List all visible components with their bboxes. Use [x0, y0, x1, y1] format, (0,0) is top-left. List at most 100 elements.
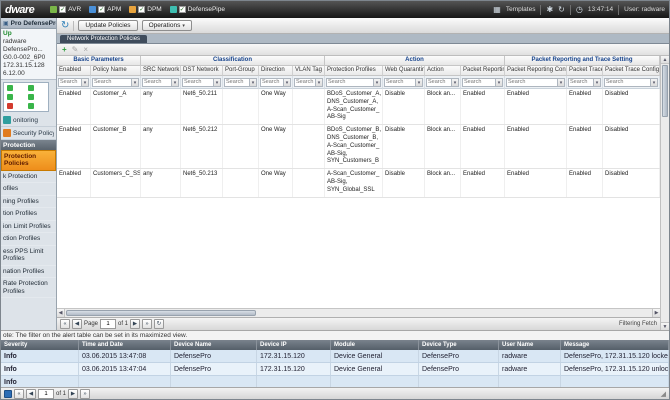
scroll-right-icon[interactable]: ▶ — [652, 309, 660, 317]
filter-search-input[interactable] — [260, 77, 284, 87]
delete-policy-icon[interactable]: × — [83, 45, 88, 54]
filter-dropdown-icon[interactable]: ▾ — [172, 77, 179, 87]
filter-search-input[interactable] — [604, 77, 651, 87]
tab-network-protection-policies[interactable]: Network Protection Policies — [60, 35, 148, 43]
filter-search-input[interactable] — [462, 77, 496, 87]
filter-dropdown-icon[interactable]: ▾ — [594, 77, 601, 87]
alert-row[interactable]: Info 03.06.2015 13:47:08 DefensePro 172.31.… — [1, 350, 669, 363]
operations-button[interactable]: Operations ▾ — [141, 20, 192, 31]
sidebar-item[interactable]: k Protection — [1, 171, 56, 184]
alerts-column-header[interactable]: Module — [331, 340, 419, 350]
table-row[interactable]: EnabledCustomers_C_SSL_anyNet6_50.213One… — [57, 169, 660, 198]
alerts-prev-page-button[interactable]: ◀ — [26, 388, 36, 399]
filter-dropdown-icon[interactable]: ▾ — [558, 77, 565, 87]
prev-page-button[interactable]: ◀ — [72, 319, 82, 329]
alerts-column-header[interactable]: Severity — [1, 340, 79, 350]
module-toggle-defensepipe[interactable]: ✓ DefensePipe — [169, 6, 225, 13]
alerts-first-page-button[interactable]: « — [14, 388, 24, 399]
filter-dropdown-icon[interactable]: ▾ — [316, 77, 323, 87]
scroll-left-icon[interactable]: ◀ — [57, 309, 65, 317]
alerts-column-header[interactable]: Message — [561, 340, 669, 350]
alerts-column-header[interactable]: Device Name — [171, 340, 257, 350]
filter-search-input[interactable] — [506, 77, 558, 87]
module-toggle-dpm[interactable]: ✓ DPM — [129, 6, 162, 13]
filter-search-input[interactable] — [142, 77, 172, 87]
alert-row[interactable]: Info — [1, 376, 669, 387]
sidebar-item[interactable]: nation Profiles — [1, 266, 56, 279]
filter-dropdown-icon[interactable]: ▾ — [250, 77, 257, 87]
alerts-column-header[interactable]: Device IP — [257, 340, 331, 350]
column-header[interactable]: Protection Profiles — [325, 66, 383, 76]
filter-search-input[interactable] — [58, 77, 82, 87]
sidebar-item[interactable]: Protection Policies — [1, 150, 56, 171]
update-policies-button[interactable]: Update Policies — [78, 20, 138, 31]
refresh-policies-icon[interactable]: ↻ — [61, 20, 69, 31]
page-input[interactable] — [100, 319, 117, 329]
column-header[interactable]: Action — [425, 66, 461, 76]
filter-search-input[interactable] — [224, 77, 250, 87]
table-row[interactable]: Enabled Customer_B any Net6_50.212 One Way BD… — [57, 125, 660, 170]
column-header[interactable]: Port-Group — [223, 66, 259, 76]
resize-grip-icon[interactable]: ◢ — [661, 390, 666, 398]
column-header[interactable]: Web Quarantine — [383, 66, 425, 76]
filter-dropdown-icon[interactable]: ▾ — [374, 77, 381, 87]
filter-search-input[interactable] — [568, 77, 594, 87]
checkbox-icon[interactable]: ✓ — [138, 6, 146, 13]
sidebar-item[interactable]: ofiles — [1, 183, 56, 196]
checkbox-icon[interactable]: ✓ — [98, 6, 106, 13]
templates-button[interactable]: Templates — [506, 6, 536, 13]
perspective-monitoring[interactable]: onitoring — [1, 114, 56, 127]
column-header[interactable]: SRC Network — [141, 66, 181, 76]
device-node[interactable]: ▣ Pro DefensePro — [1, 18, 56, 29]
alerts-last-page-button[interactable]: » — [80, 388, 91, 399]
refresh-grid-button[interactable]: ↻ — [154, 319, 165, 329]
sidebar-item[interactable]: ion Limit Profiles — [1, 221, 56, 234]
column-header[interactable]: Packet Trace — [567, 66, 603, 76]
filter-search-input[interactable] — [326, 77, 374, 87]
filter-search-input[interactable] — [182, 77, 214, 87]
table-row[interactable]: Enabled Customer_A any Net6_50.211 One Way BD… — [57, 89, 660, 126]
edit-policy-icon[interactable]: ✎ — [72, 45, 79, 54]
alerts-column-header[interactable]: Device Type — [419, 340, 499, 350]
module-toggle-avr[interactable]: ✓ AVR — [50, 6, 81, 13]
column-header[interactable]: Enabled — [57, 66, 91, 76]
filter-search-input[interactable] — [384, 77, 416, 87]
refresh-icon[interactable]: ↻ — [558, 5, 565, 14]
filter-dropdown-icon[interactable]: ▾ — [651, 77, 658, 87]
filter-dropdown-icon[interactable]: ▾ — [416, 77, 423, 87]
column-header[interactable]: Packet Trace Configuration on Pol — [603, 66, 660, 76]
filter-dropdown-icon[interactable]: ▾ — [82, 77, 89, 87]
perspective-security-policy[interactable]: Security Policy — [1, 127, 56, 140]
module-toggle-apm[interactable]: ✓ APM — [89, 6, 121, 13]
add-policy-icon[interactable]: + — [62, 45, 67, 54]
settings-icon[interactable]: ✱ — [546, 5, 553, 14]
sidebar-item[interactable]: Rate Protection Profiles — [1, 278, 56, 299]
scroll-down-icon[interactable]: ▼ — [661, 322, 669, 330]
sidebar-item[interactable]: ction Profiles — [1, 233, 56, 246]
sidebar-item[interactable]: ning Profiles — [1, 196, 56, 209]
column-header[interactable]: VLAN Tag — [293, 66, 325, 76]
sidebar-item[interactable]: tion Profiles — [1, 208, 56, 221]
filter-search-input[interactable] — [294, 77, 316, 87]
vertical-scrollbar[interactable]: ▲ ▼ — [660, 56, 669, 330]
filter-search-input[interactable] — [426, 77, 452, 87]
alerts-next-page-button[interactable]: ▶ — [68, 388, 79, 399]
scroll-up-icon[interactable]: ▲ — [661, 56, 669, 64]
filter-dropdown-icon[interactable]: ▾ — [452, 77, 459, 87]
column-header[interactable]: Policy Name — [91, 66, 141, 76]
horizontal-scrollbar[interactable]: ◀ ▶ — [57, 308, 660, 317]
checkbox-icon[interactable]: ✓ — [59, 6, 67, 13]
filter-dropdown-icon[interactable]: ▾ — [284, 77, 291, 87]
alert-row[interactable]: Info 03.06.2015 13:47:04 DefensePro 172.31.… — [1, 363, 669, 376]
last-page-button[interactable]: » — [142, 319, 153, 329]
column-header[interactable]: DST Network — [181, 66, 223, 76]
filter-dropdown-icon[interactable]: ▾ — [132, 77, 139, 87]
column-header[interactable]: Packet Reporting Configuration on Policy… — [505, 66, 567, 76]
alerts-column-header[interactable]: Time and Date — [79, 340, 171, 350]
sidebar-item[interactable]: ess PPS Limit Profiles — [1, 246, 56, 266]
first-page-button[interactable]: « — [60, 319, 70, 329]
checkbox-icon[interactable]: ✓ — [178, 6, 186, 13]
scrollbar-thumb[interactable] — [662, 65, 668, 117]
alerts-page-input[interactable] — [38, 388, 54, 399]
filter-dropdown-icon[interactable]: ▾ — [496, 77, 503, 87]
